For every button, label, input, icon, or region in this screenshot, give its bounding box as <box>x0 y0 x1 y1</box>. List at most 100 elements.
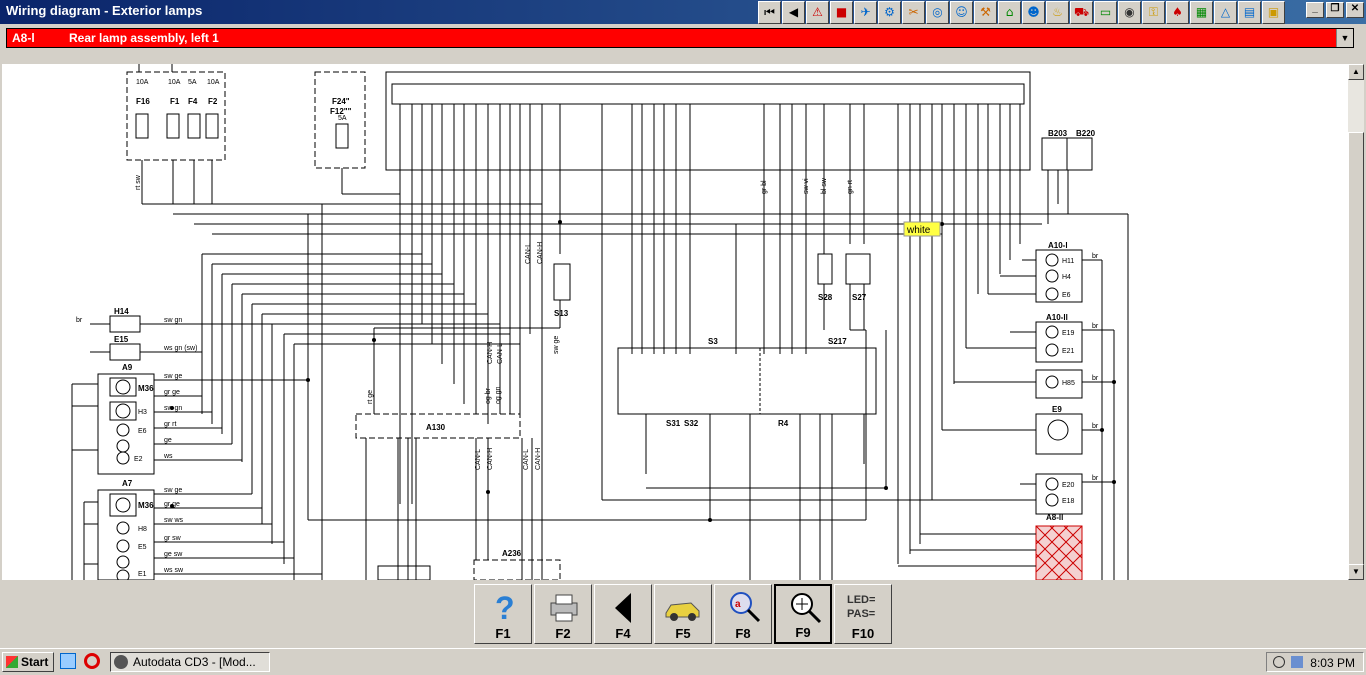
tools-icon[interactable]: ✂ <box>902 1 925 24</box>
ie-icon[interactable] <box>60 653 76 669</box>
label-s31: S31 <box>666 419 681 428</box>
tray-icon-1[interactable] <box>1273 656 1285 668</box>
wire-label: br <box>1092 423 1099 430</box>
car-front-icon[interactable]: ⛟ <box>1070 1 1093 24</box>
note-icon[interactable]: ▣ <box>1262 1 1285 24</box>
junctions <box>170 220 1116 522</box>
battery-icon[interactable]: ▭ <box>1094 1 1117 24</box>
scroll-up-icon[interactable]: ▲ <box>1348 64 1364 80</box>
label-h14: H14 <box>114 307 129 316</box>
tire-icon[interactable]: ◉ <box>1118 1 1141 24</box>
label-e5: E5 <box>138 544 147 551</box>
autodata-icon <box>114 655 128 669</box>
scrollbar-thumb[interactable] <box>1348 132 1364 572</box>
rating-f16: 10A <box>136 79 149 86</box>
label-f1: F1 <box>170 97 180 106</box>
f4-button[interactable]: F4 <box>594 584 652 644</box>
scroll-down-icon[interactable]: ▼ <box>1348 564 1364 580</box>
f1-label: F1 <box>495 626 511 641</box>
lamp-a8-ll <box>1035 525 1083 580</box>
top-toolbar: ⏮ ◀ ⚠ ■ ✈ ⚙ ✂ ◎ ☺ ⚒ ⌂ ☻ ♨ ⛟ ▭ ◉ ⚿ ♠ ▦ △ … <box>758 1 1285 25</box>
f10-label: F10 <box>851 626 875 641</box>
first-page-icon[interactable]: ⏮ <box>758 1 781 24</box>
wire-label: gr ge <box>164 501 180 508</box>
pas-text: PAS= <box>847 608 875 620</box>
printer-icon <box>550 594 578 622</box>
wire-label: CAN-L <box>523 449 530 470</box>
wire-label: rt sw <box>135 174 142 190</box>
start-button[interactable]: Start <box>2 652 54 672</box>
component-labels: F16 F1 F4 F2 F24" F12"" B203 B220 A10-l … <box>114 97 1096 558</box>
f10-button[interactable]: LED= PAS= F10 <box>834 584 892 644</box>
wire-label: gr sw <box>164 535 182 542</box>
lamp-h85 <box>1035 369 1083 399</box>
window-controls: _ ❐ ✕ <box>1306 2 1364 18</box>
wrench-icon[interactable]: ⚒ <box>974 1 997 24</box>
f1-button[interactable]: ? F1 <box>474 584 532 644</box>
f9-button[interactable]: F9 <box>774 584 832 644</box>
label-e9: E9 <box>1052 405 1062 414</box>
ecu-icon[interactable]: ▦ <box>1190 1 1213 24</box>
close-icon[interactable]: ✕ <box>1346 2 1364 18</box>
back-icon[interactable]: ◀ <box>782 1 805 24</box>
wire-label: CAN-L <box>475 449 482 470</box>
wire-label: br <box>1092 475 1099 482</box>
wire-label: sw ge <box>164 487 182 494</box>
label-a10-l: A10-l <box>1048 241 1068 250</box>
component-selector[interactable]: A8-l Rear lamp assembly, left 1 ▼ <box>6 28 1354 48</box>
component-name: Rear lamp assembly, left 1 <box>69 31 219 45</box>
rating-f4: 5A <box>188 79 197 86</box>
f2-button[interactable]: F2 <box>534 584 592 644</box>
fuse-f16 <box>135 113 149 139</box>
rating-f2: 10A <box>207 79 220 86</box>
fuse-f4 <box>187 113 201 139</box>
label-s13: S13 <box>554 309 569 318</box>
garage-icon[interactable]: ⌂ <box>998 1 1021 24</box>
svg-text:a: a <box>735 599 741 610</box>
minimize-icon[interactable]: _ <box>1306 2 1324 18</box>
label-h3: H3 <box>138 409 147 416</box>
wire-label: CAN-H <box>487 342 494 364</box>
wire-label: CAN-L <box>525 243 532 264</box>
central-module <box>385 71 1031 171</box>
label-a10-ll: A10-ll <box>1046 313 1068 322</box>
label-h8: H8 <box>138 526 147 533</box>
flag-icon[interactable]: ■ <box>830 1 853 24</box>
task-autodata[interactable]: Autodata CD3 - [Mod... <box>110 652 270 672</box>
component-code: A8-l <box>12 31 35 45</box>
service-icon[interactable]: ⚙ <box>878 1 901 24</box>
label-a7: A7 <box>122 479 133 488</box>
help-icon: ? <box>495 590 515 625</box>
restore-icon[interactable]: ❐ <box>1326 2 1344 18</box>
person-icon[interactable]: ☺ <box>950 1 973 24</box>
f9-label: F9 <box>795 625 811 640</box>
label-m36-b: M36 <box>138 501 154 510</box>
wire-label: br <box>1092 375 1099 382</box>
engine-icon[interactable]: ♠ <box>1166 1 1189 24</box>
tray-icon-2[interactable] <box>1291 656 1303 668</box>
f8-button[interactable]: a F8 <box>714 584 772 644</box>
wire-label: rt ge <box>367 390 374 404</box>
label-e15: E15 <box>114 335 129 344</box>
chevron-down-icon[interactable]: ▼ <box>1336 29 1353 47</box>
wiring-diagram[interactable]: white F16 F1 F4 F2 F24" F12"" B203 B220 … <box>2 64 1348 580</box>
label-h4: H4 <box>1062 274 1071 281</box>
label-e6-right: E6 <box>1062 292 1071 299</box>
airplane-icon[interactable]: ✈ <box>854 1 877 24</box>
f5-button[interactable]: F5 <box>654 584 712 644</box>
wire-label: sw gn <box>164 405 182 412</box>
key-icon[interactable]: ⚿ <box>1142 1 1165 24</box>
wire-label: CAN-H <box>535 448 542 470</box>
vertical-scrollbar[interactable]: ▲ ▼ <box>1348 64 1364 580</box>
warning-icon[interactable]: ⚠ <box>806 1 829 24</box>
oil-icon[interactable]: ♨ <box>1046 1 1069 24</box>
mechanic-icon[interactable]: ☻ <box>1022 1 1045 24</box>
triangle-icon[interactable]: △ <box>1214 1 1237 24</box>
lamp-a10-l <box>1035 249 1083 303</box>
start-label: Start <box>21 655 49 669</box>
opera-icon[interactable] <box>84 653 100 669</box>
clock: 8:03 PM <box>1310 656 1355 670</box>
gauge-icon[interactable]: ◎ <box>926 1 949 24</box>
chart-icon[interactable]: ▤ <box>1238 1 1261 24</box>
lamp-labels: H11 H4 E6 E19 E21 H85 E20 E18 H3 E6 E2 H… <box>134 79 1075 578</box>
